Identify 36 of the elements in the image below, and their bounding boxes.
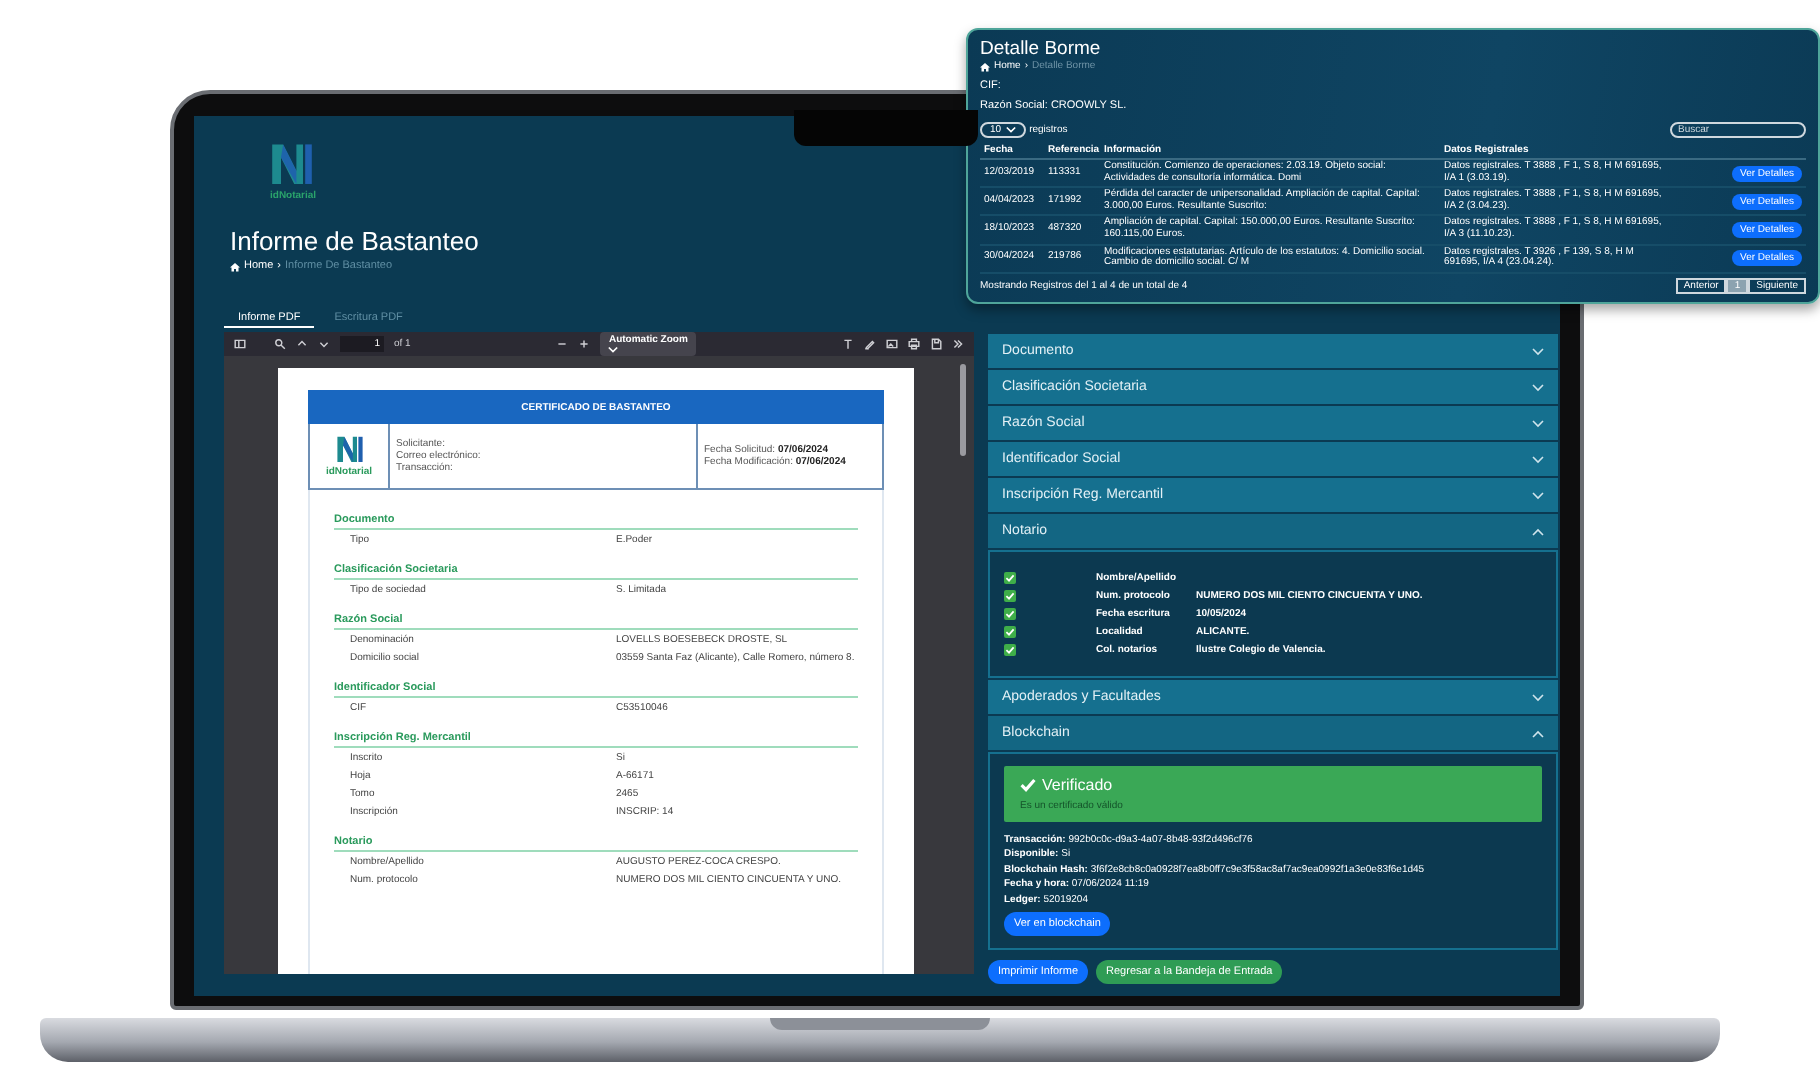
chevron-down-icon[interactable] [318, 338, 330, 350]
checkbox[interactable] [1004, 626, 1016, 638]
zoom-in-icon[interactable] [578, 338, 591, 350]
print-icon[interactable] [908, 338, 921, 350]
check-icon [1020, 778, 1036, 792]
checkbox[interactable] [1004, 608, 1016, 620]
chevron-down-icon [1532, 693, 1544, 701]
chevron-down-icon [1532, 455, 1544, 463]
chevron-down-icon [1532, 419, 1544, 427]
chevron-up-icon[interactable] [296, 338, 308, 350]
checkbox[interactable] [1004, 644, 1016, 656]
sidebar-toggle-icon[interactable] [234, 338, 246, 350]
more-icon[interactable] [952, 338, 965, 350]
logo-icon [270, 140, 314, 189]
pen-icon[interactable] [864, 338, 877, 350]
caret-icon [1005, 126, 1016, 134]
image-icon[interactable] [886, 338, 899, 350]
search-icon[interactable] [274, 338, 286, 350]
home-icon [230, 261, 240, 271]
text-tool-icon[interactable] [842, 338, 855, 350]
chevron-down-icon [1532, 491, 1544, 499]
scrollbar-thumb[interactable] [960, 364, 966, 456]
caret-icon [608, 346, 619, 354]
page-title: Informe de Bastanteo [230, 226, 481, 258]
zoom-out-icon[interactable] [556, 338, 569, 350]
alert-title: Verificado [1042, 776, 1113, 794]
chevron-down-icon [1532, 347, 1544, 355]
logo-icon [335, 434, 363, 466]
checkbox[interactable] [1004, 572, 1016, 584]
save-icon[interactable] [930, 338, 943, 350]
popup-title: Detalle Borme [980, 38, 1103, 60]
chevron-up-icon [1532, 729, 1544, 737]
home-icon [980, 61, 990, 71]
chevron-up-icon [1532, 527, 1544, 535]
checkbox[interactable] [1004, 590, 1016, 602]
chevron-down-icon [1532, 383, 1544, 391]
